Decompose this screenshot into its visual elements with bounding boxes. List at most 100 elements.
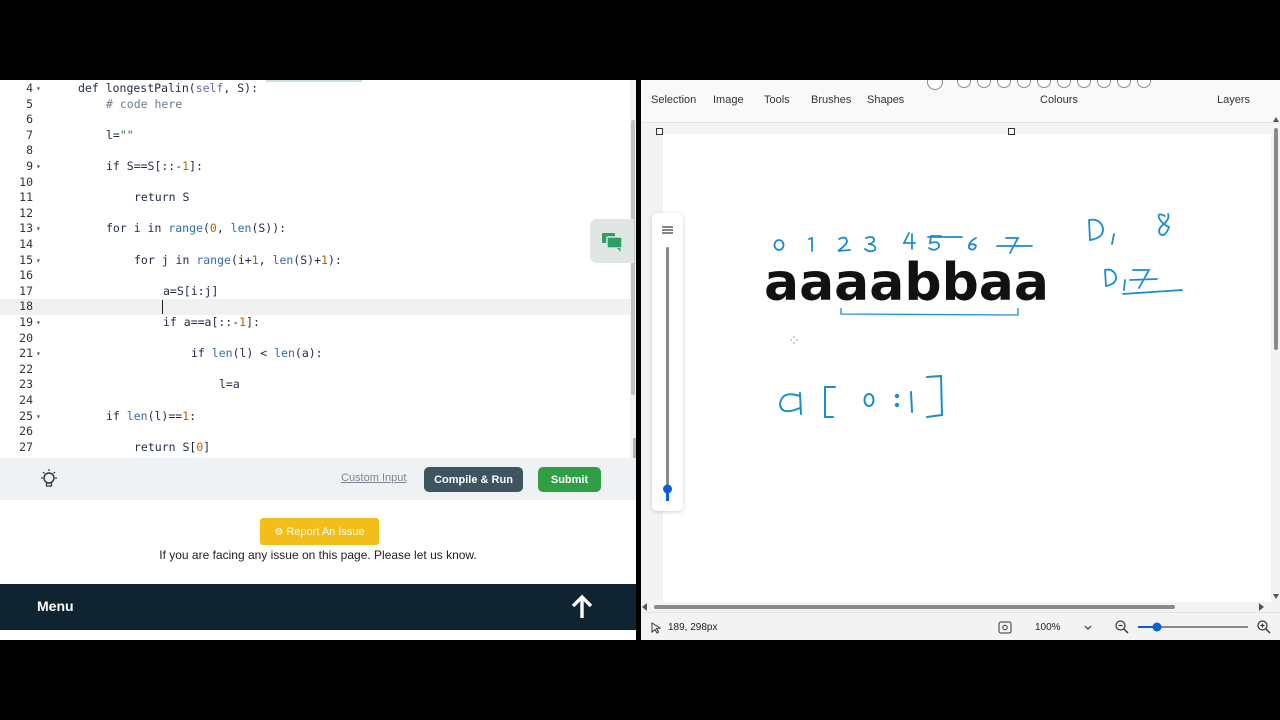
bug-icon: ⚙ — [274, 526, 284, 538]
code-line[interactable]: 27 return S[0] — [0, 440, 630, 456]
line-number: 11 — [19, 190, 33, 205]
editor-action-bar: Custom Input Compile & Run Submit — [0, 458, 636, 500]
fold-toggle-icon[interactable]: ▾ — [36, 159, 41, 175]
colour-swatch[interactable] — [1117, 80, 1131, 88]
code-line[interactable]: 10 — [0, 175, 630, 191]
code-line[interactable]: 16 — [0, 268, 630, 284]
code-text: if S==S[::-1]: — [106, 159, 203, 175]
toolbar-image[interactable]: Image — [713, 94, 744, 106]
zoom-slider[interactable] — [1137, 622, 1249, 632]
code-line[interactable]: 5 # code here — [0, 97, 630, 113]
code-line[interactable]: 14 — [0, 237, 630, 253]
code-line[interactable]: 17 a=S[i:j] — [0, 284, 630, 300]
zoom-in-icon[interactable] — [1257, 620, 1271, 634]
code-line[interactable]: 20 — [0, 331, 630, 347]
colour-swatch[interactable] — [1037, 80, 1051, 88]
code-editor-pane: 4 ▾ def longestPalin(self, S): 5 # code here… — [0, 80, 636, 640]
code-line[interactable]: 19 ▾ if a==a[::-1]: — [0, 315, 630, 331]
compile-run-button[interactable]: Compile & Run — [424, 467, 523, 492]
code-line[interactable]: 6 — [0, 112, 630, 128]
chat-button[interactable] — [590, 219, 634, 263]
editor-scrollbar-handle[interactable] — [633, 438, 636, 458]
code-line[interactable]: 23 l=a — [0, 377, 630, 393]
menu-button[interactable]: Menu — [37, 598, 74, 614]
fold-toggle-icon[interactable]: ▾ — [36, 315, 41, 331]
code-line[interactable]: 13 ▾ for i in range(0, len(S)): — [0, 221, 630, 237]
colour-swatch[interactable] — [1077, 80, 1091, 88]
custom-input-link[interactable]: Custom Input — [341, 472, 406, 484]
status-bar: 189, 298px 100% — [641, 612, 1280, 640]
line-number: 25 — [19, 408, 33, 423]
colour-swatch[interactable] — [977, 80, 991, 88]
fold-toggle-icon[interactable]: ▾ — [36, 346, 41, 362]
code-token: "" — [119, 127, 134, 142]
line-number: 4 — [26, 81, 33, 95]
report-issue-button[interactable]: ⚙ Report An Issue — [260, 518, 379, 545]
fold-toggle-icon[interactable]: ▾ — [36, 221, 41, 237]
code-text: if len(l) < len(a): — [191, 346, 323, 362]
code-line[interactable]: 22 — [0, 362, 630, 378]
brush-size-track[interactable] — [666, 247, 669, 501]
canvas-vertical-scrollbar[interactable] — [1272, 116, 1280, 604]
code-text: if a==a[::-1]: — [163, 315, 260, 331]
fold-toggle-icon[interactable]: ▾ — [36, 81, 41, 97]
code-line[interactable]: 4 ▾ def longestPalin(self, S): — [0, 81, 630, 97]
fold-toggle-icon[interactable]: ▾ — [36, 253, 41, 269]
submit-button[interactable]: Submit — [538, 467, 601, 492]
toolbar-tools[interactable]: Tools — [764, 94, 790, 106]
chevron-down-icon[interactable] — [1084, 625, 1092, 631]
code-text: l=a — [219, 377, 240, 393]
colour-swatch[interactable] — [957, 80, 971, 88]
canvas-horizontal-scrollbar[interactable] — [641, 600, 1271, 612]
code-line[interactable]: 15 ▾ for j in range(i+1, len(S)+1): — [0, 253, 630, 269]
fold-toggle-icon[interactable]: ▾ — [36, 409, 41, 425]
toolbar-selection[interactable]: Selection — [651, 94, 696, 106]
report-issue-text: If you are facing any issue on this page… — [159, 548, 477, 562]
code-line[interactable]: 8 — [0, 143, 630, 159]
colour-swatch[interactable] — [1017, 80, 1031, 88]
canvas-resize-handle-tl[interactable] — [656, 128, 663, 135]
colour-swatch-primary[interactable] — [927, 80, 943, 90]
toolbar-layers[interactable]: Layers — [1217, 94, 1250, 106]
code-line[interactable]: 7 l="" — [0, 128, 630, 144]
colour-swatch[interactable] — [1097, 80, 1111, 88]
cursor-crosshair — [790, 336, 798, 344]
code-line[interactable]: 26 — [0, 424, 630, 440]
line-number: 12 — [19, 205, 33, 220]
toolbar-colours[interactable]: Colours — [1040, 94, 1078, 106]
zoom-out-icon[interactable] — [1115, 620, 1129, 634]
code-token: 1 — [321, 252, 328, 267]
code-text: def longestPalin(self, S): — [78, 81, 258, 97]
code-line[interactable]: 21 ▾ if len(l) < len(a): — [0, 346, 630, 362]
toolbar-brushes[interactable]: Brushes — [811, 94, 851, 106]
code-token: range — [196, 252, 231, 267]
code-token: len — [272, 252, 294, 267]
colour-swatch[interactable] — [1137, 80, 1151, 88]
code-token: a=S[i:j] — [163, 283, 219, 298]
code-line[interactable]: 25 ▾ if len(l)==1: — [0, 409, 630, 425]
drawing-canvas[interactable]: aaaabbaa — [656, 128, 1271, 602]
fit-to-window-icon[interactable] — [998, 621, 1012, 634]
code-line[interactable]: 12 — [0, 206, 630, 222]
line-number: 21 — [19, 346, 33, 361]
code-line[interactable]: 24 — [0, 393, 630, 409]
toolbar-shapes[interactable]: Shapes — [867, 94, 904, 106]
colour-swatch[interactable] — [997, 80, 1011, 88]
zoom-level[interactable]: 100% — [1035, 622, 1061, 633]
note-slice — [778, 374, 944, 418]
cursor-coordinates: 189, 298px — [668, 622, 718, 633]
code-token: , S): — [223, 81, 259, 95]
code-token: : — [189, 408, 197, 423]
line-number: 26 — [19, 424, 33, 439]
line-number: 22 — [19, 361, 33, 376]
code-line[interactable]: 9 ▾ if S==S[::-1]: — [0, 159, 630, 175]
code-editor[interactable]: 4 ▾ def longestPalin(self, S): 5 # code here… — [0, 80, 636, 458]
code-line[interactable]: 18 — [0, 299, 630, 315]
brush-size-thumb[interactable] — [663, 484, 672, 494]
code-line[interactable]: 11 return S — [0, 190, 630, 206]
note-zero-seven — [1104, 268, 1183, 295]
canvas-resize-handle-top[interactable] — [1008, 128, 1015, 135]
colour-swatch[interactable] — [1057, 80, 1071, 88]
lightbulb-icon[interactable] — [38, 468, 60, 490]
arrow-up-icon[interactable] — [570, 594, 594, 620]
